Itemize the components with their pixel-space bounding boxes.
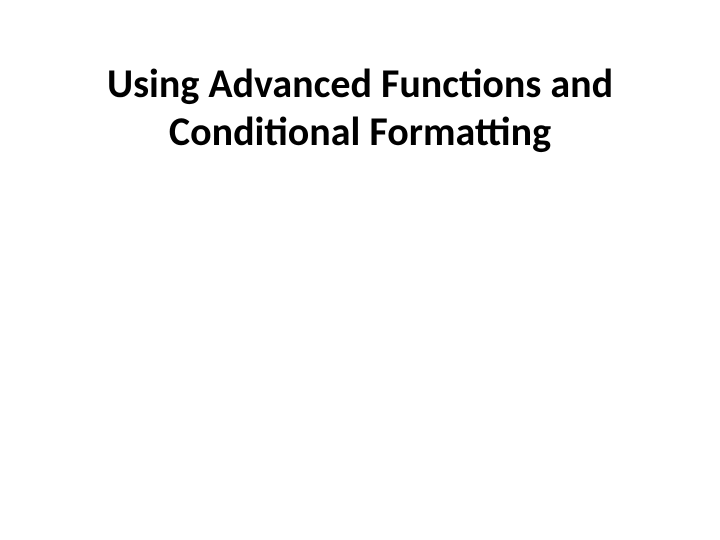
title-line-2: Conditional Formatting — [60, 108, 660, 156]
title-line-1: Using Advanced Functions and — [60, 60, 660, 108]
slide-title: Using Advanced Functions and Conditional… — [0, 60, 720, 156]
